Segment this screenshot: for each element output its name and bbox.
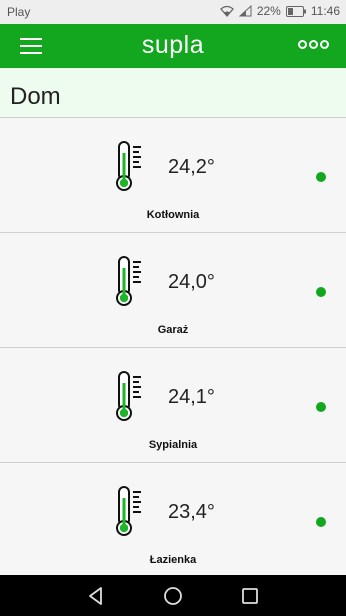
more-icon[interactable] [298, 40, 329, 49]
channel-row[interactable]: 24,0° Garaż [0, 233, 346, 348]
location-header[interactable]: Dom [0, 68, 346, 118]
channel-list: 24,2° Kotłownia 24,0° Garaż 24,1° Sypial… [0, 118, 346, 578]
channel-caption: Garaż [157, 324, 189, 336]
thermometer-icon [113, 371, 145, 421]
wifi-icon [219, 5, 234, 17]
online-status-dot [316, 402, 326, 412]
battery-percent: 22% [256, 4, 281, 18]
battery-icon [285, 5, 306, 17]
navigation-bar [0, 575, 346, 616]
channel-row[interactable]: 23,4° Łazienka [0, 463, 346, 578]
temperature-value: 23,4° [168, 501, 215, 523]
app-bar: supla [0, 24, 346, 68]
channel-caption: Sypialnia [148, 439, 198, 451]
online-status-dot [316, 172, 326, 182]
thermometer-icon [113, 486, 145, 536]
thermometer-icon [113, 141, 145, 191]
temperature-value: 24,0° [168, 271, 215, 293]
recents-icon[interactable] [239, 585, 261, 607]
channel-row[interactable]: 24,1° Sypialnia [0, 348, 346, 463]
signal-icon [238, 5, 252, 17]
online-status-dot [316, 517, 326, 527]
status-icons: 22% 11:46 [219, 4, 340, 18]
temperature-value: 24,2° [168, 156, 215, 178]
back-icon[interactable] [85, 585, 107, 607]
channel-caption: Łazienka [149, 554, 197, 566]
location-name: Dom [10, 83, 61, 110]
temperature-value: 24,1° [168, 386, 215, 408]
home-icon[interactable] [162, 585, 184, 607]
clock: 11:46 [310, 4, 340, 18]
channel-row[interactable]: 24,2° Kotłownia [0, 118, 346, 233]
app-logo: supla [141, 31, 205, 59]
channel-caption: Kotłownia [146, 209, 200, 221]
status-bar: Play 22% 11:46 [0, 0, 346, 24]
thermometer-icon [113, 256, 145, 306]
carrier-name: Play [7, 5, 31, 19]
online-status-dot [316, 287, 326, 297]
